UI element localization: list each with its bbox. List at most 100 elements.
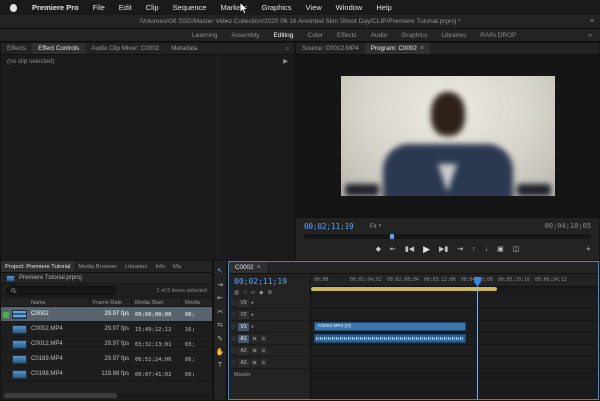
track-output-toggle-icon[interactable]: ● — [251, 324, 254, 329]
tab-effects[interactable]: Effects — [1, 43, 32, 54]
track-header-v1[interactable]: V1 ● — [229, 321, 310, 333]
track-lock-icon[interactable] — [231, 300, 236, 305]
tab-media-browser[interactable]: Media Browser — [74, 261, 121, 272]
snap-icon[interactable]: ∩ — [243, 290, 247, 296]
column-media-end[interactable]: Media — [185, 300, 200, 306]
mute-button[interactable]: M — [251, 335, 258, 342]
tab-metadata[interactable]: Metadata — [165, 43, 203, 54]
tab-audio-clip-mixer[interactable]: Audio Clip Mixer: C0002 — [85, 43, 165, 54]
razor-tool[interactable]: ✂ — [217, 308, 223, 316]
workspace-effects[interactable]: Effects — [337, 32, 357, 39]
timeline-settings-icon[interactable]: ⚙ — [267, 290, 272, 296]
timeline-audio-clip[interactable] — [314, 334, 466, 343]
track-target-badge[interactable]: V3 — [238, 298, 249, 307]
column-frame-rate[interactable]: Frame Rate — [93, 300, 122, 306]
menu-graphics[interactable]: Graphics — [255, 3, 299, 12]
linked-selection-icon[interactable]: ∞ — [251, 290, 255, 296]
workspace-graphics[interactable]: Graphics — [401, 32, 427, 39]
button-editor-button[interactable]: + — [586, 245, 591, 254]
master-track-header[interactable]: Master — [229, 369, 310, 380]
menu-edit[interactable]: Edit — [112, 3, 139, 12]
track-header-a1[interactable]: A1 M S — [229, 333, 310, 345]
titlebar-menu-icon[interactable]: ≡ — [590, 18, 594, 25]
bin-path-row[interactable]: Premiere Tutorial.prproj — [1, 273, 212, 284]
project-search-input[interactable] — [20, 286, 111, 295]
column-name[interactable]: Name — [31, 300, 46, 306]
project-row-clip[interactable]: C0189.MP4 29.97 fps 06;52;24;00 06; — [1, 352, 212, 367]
timeline-video-clip[interactable]: C0002.MP4 [V] — [314, 322, 466, 331]
menu-window[interactable]: Window — [329, 3, 370, 12]
solo-button[interactable]: S — [260, 359, 267, 366]
tab-sequence-c0002[interactable]: C0002 × — [229, 262, 267, 273]
menu-premiere-pro[interactable]: Premiere Pro — [25, 3, 86, 12]
pen-tool[interactable]: ✎ — [217, 335, 223, 343]
project-row-clip[interactable]: C0002.MP4 29.97 fps 15;49;22;12 16; — [1, 322, 212, 337]
go-to-in-button[interactable]: ⇤ — [390, 246, 396, 253]
workspace-learning[interactable]: Learning — [192, 32, 217, 39]
track-lock-icon[interactable] — [231, 336, 236, 341]
track-lock-icon[interactable] — [231, 348, 236, 353]
tab-effect-controls[interactable]: Effect Controls — [32, 43, 86, 54]
track-lane-v3[interactable] — [311, 297, 598, 309]
zoom-level-select[interactable]: Fit ▾ — [370, 223, 382, 230]
workspace-overflow-icon[interactable]: » — [588, 32, 592, 39]
program-scrubber[interactable] — [304, 234, 591, 239]
workspace-assembly[interactable]: Assembly — [231, 32, 259, 39]
apple-menu-icon[interactable] — [10, 3, 17, 12]
comparison-view-button[interactable]: ◫ — [513, 246, 520, 253]
solo-button[interactable]: S — [260, 335, 267, 342]
play-button[interactable]: ▶ — [423, 245, 430, 254]
track-target-badge[interactable]: A1 — [238, 334, 249, 343]
timeline-timecode[interactable]: 00;02;11;19 — [229, 274, 310, 288]
type-tool[interactable]: T — [218, 362, 222, 369]
track-lane-a3[interactable] — [311, 357, 598, 369]
track-header-v3[interactable]: V3 ● — [229, 297, 310, 309]
track-target-badge[interactable]: V2 — [238, 310, 249, 319]
add-marker-button[interactable]: ◆ — [376, 246, 381, 253]
program-timecode[interactable]: 00;02;11;19 — [304, 222, 354, 231]
track-target-badge[interactable]: A3 — [238, 358, 249, 367]
panel-overflow-icon[interactable]: » — [280, 43, 294, 54]
slip-tool[interactable]: ⇆ — [217, 321, 223, 329]
track-output-toggle-icon[interactable]: ● — [251, 312, 254, 317]
mute-button[interactable]: M — [251, 359, 258, 366]
step-forward-button[interactable]: ▶▮ — [439, 246, 448, 253]
nest-indicator-icon[interactable]: ▥ — [234, 290, 239, 296]
menu-view[interactable]: View — [299, 3, 329, 12]
solo-button[interactable]: S — [260, 347, 267, 354]
track-lane-v1[interactable]: C0002.MP4 [V] — [311, 321, 598, 333]
close-icon[interactable]: × — [420, 45, 424, 52]
track-output-toggle-icon[interactable]: ● — [251, 300, 254, 305]
lift-button[interactable]: ↑ — [472, 246, 476, 253]
track-lane-v2[interactable] — [311, 309, 598, 321]
menu-file[interactable]: File — [86, 3, 112, 12]
close-icon[interactable]: × — [257, 264, 261, 271]
workspace-libraries[interactable]: Libraries — [441, 32, 466, 39]
project-row-sequence[interactable]: C0002 29.97 fps 00;00;00;00 00; — [1, 307, 212, 322]
tab-markers[interactable]: Ma — [169, 261, 185, 272]
tab-libraries[interactable]: Libraries — [121, 261, 151, 272]
track-header-a2[interactable]: A2 M S — [229, 345, 310, 357]
tab-program-monitor[interactable]: Program: C0002 × — [364, 43, 430, 54]
track-lane-a2[interactable] — [311, 345, 598, 357]
track-lock-icon[interactable] — [231, 360, 236, 365]
playhead-line[interactable] — [477, 278, 478, 399]
menu-help[interactable]: Help — [369, 3, 398, 12]
export-frame-button[interactable]: ▣ — [497, 246, 504, 253]
menu-clip[interactable]: Clip — [139, 3, 166, 12]
timeline-ruler[interactable]: 00;00 00;01;04;02 00;02;08;04 00;03;12;0… — [311, 274, 598, 287]
track-target-badge[interactable]: V1 — [238, 322, 249, 331]
ec-timeline-toggle-icon[interactable]: ▶ — [283, 58, 288, 65]
ripple-edit-tool[interactable]: ⇤ — [217, 294, 223, 302]
track-target-badge[interactable]: A2 — [238, 346, 249, 355]
project-row-clip[interactable]: C0198.MP4 119.88 fps 00;07;41;02 00; — [1, 367, 212, 382]
track-lock-icon[interactable] — [231, 312, 236, 317]
mute-button[interactable]: M — [251, 347, 258, 354]
column-media-start[interactable]: Media Start — [135, 300, 163, 306]
track-header-a3[interactable]: A3 M S — [229, 357, 310, 369]
workspace-rain-drop[interactable]: RAIN DROP — [480, 32, 516, 39]
tab-project[interactable]: Project: Premiere Tutorial — [1, 261, 75, 272]
project-row-clip[interactable]: C0012.MP4 29.97 fps 03;32;13;01 03; — [1, 337, 212, 352]
work-area-bar[interactable] — [311, 287, 497, 291]
hand-tool[interactable]: ✋ — [216, 348, 225, 356]
